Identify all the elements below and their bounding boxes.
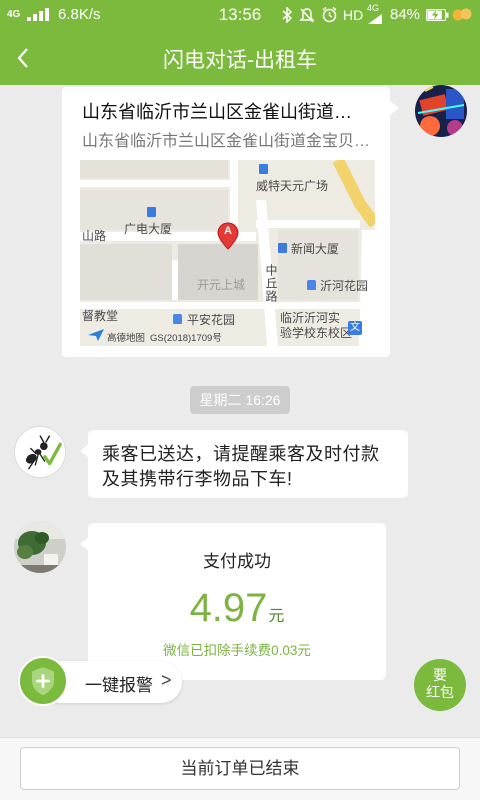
school-icon: 文 xyxy=(348,321,362,335)
map-provider-logo-icon xyxy=(88,329,104,341)
back-button[interactable] xyxy=(6,38,40,78)
footer-bar: 当前订单已结束 xyxy=(0,737,480,800)
driver-avatar[interactable] xyxy=(14,521,66,573)
arrival-notice-bubble: 乘客已送达，请提醒乘客及时付款 及其携带行李物品下车! xyxy=(88,430,408,498)
chevron-right-icon: > xyxy=(161,670,172,690)
map-preview[interactable]: 威特天元广场 广电大厦 新闻大厦 开元上城 中丘路 沂河花园 督教堂 平安花园 … xyxy=(80,160,375,346)
map-license: GS(2018)1709号 xyxy=(150,333,222,344)
avatar-image xyxy=(415,85,467,137)
notice-text-line: 及其携带行李物品下车! xyxy=(102,469,293,489)
payment-amount-row: 4.97 元 xyxy=(88,583,386,633)
map-label: 沂河花园 xyxy=(320,279,369,293)
payment-card: 支付成功 4.97 元 微信已扣除手续费0.03元 xyxy=(88,523,386,680)
payment-status: 支付成功 xyxy=(203,552,271,571)
page-title: 闪电对话-出租车 xyxy=(163,49,317,72)
red-packet-button[interactable]: 要 红包 xyxy=(414,659,466,711)
sos-label: 一键报警 xyxy=(85,676,153,695)
house-icon xyxy=(173,314,182,324)
ant-logo-icon xyxy=(26,435,62,470)
payment-currency: 元 xyxy=(268,608,285,625)
message-timestamp: 星期二 16:26 xyxy=(190,386,290,414)
map-label: 威特天元广场 xyxy=(256,179,329,193)
location-message-card[interactable]: 山东省临沂市兰山区金雀山街道… 山东省临沂市兰山区金雀山街道金宝贝… 威特天元广… xyxy=(62,87,390,357)
location-address: 山东省临沂市兰山区金雀山街道金宝贝… xyxy=(82,133,371,150)
battery-charging-icon xyxy=(426,9,449,21)
map-label: 新闻大厦 xyxy=(291,242,340,256)
status-bar: 4G 6.8K/s 13:56 HD 4G 84% xyxy=(0,0,480,30)
bubble-tail xyxy=(390,101,399,115)
house-icon xyxy=(307,280,316,290)
system-avatar[interactable] xyxy=(14,426,66,478)
notice-text-line: 乘客已送达，请提醒乘客及时付款 xyxy=(102,444,380,464)
map-label: 广电大厦 xyxy=(124,222,173,236)
bluetooth-icon xyxy=(282,7,293,23)
location-title: 山东省临沂市兰山区金雀山街道… xyxy=(82,102,352,122)
building-icon xyxy=(259,164,268,174)
building-icon xyxy=(147,207,156,217)
signal-icon xyxy=(27,8,49,21)
map-label: 平安花园 xyxy=(187,313,236,327)
shield-plus-icon xyxy=(31,667,55,696)
mute-icon xyxy=(299,8,315,23)
sos-icon-button[interactable] xyxy=(18,656,68,706)
pin-letter: A xyxy=(224,225,232,237)
hd-label: HD xyxy=(343,7,364,23)
network-type-right: 4G xyxy=(367,3,380,13)
map-label: 中丘路 xyxy=(264,264,278,303)
map-label: 山路 xyxy=(82,229,107,243)
alarm-icon xyxy=(322,6,337,23)
net-speed: 6.8K/s xyxy=(58,6,101,23)
clock: 13:56 xyxy=(218,5,262,24)
map-label: 开元上城 xyxy=(197,278,246,292)
avatar-image xyxy=(14,521,66,573)
map-label: 督教堂 xyxy=(82,309,119,323)
payment-fee-note: 微信已扣除手续费0.03元 xyxy=(163,643,311,658)
my-avatar[interactable] xyxy=(415,85,467,137)
red-packet-label-line2: 红包 xyxy=(426,684,454,700)
payment-amount: 4.97 xyxy=(189,586,268,630)
location-pin-icon: A xyxy=(217,222,239,250)
hotel-icon xyxy=(278,243,287,253)
map-label: 验学校东校区 xyxy=(280,326,353,340)
chevron-left-icon xyxy=(17,48,28,68)
mobile-signal-icon xyxy=(368,14,382,24)
order-ended-button[interactable]: 当前订单已结束 xyxy=(20,747,460,790)
map-provider: 高德地图 xyxy=(107,333,146,344)
battery-percent: 84% xyxy=(390,6,421,23)
header-bar: 闪电对话-出租车 xyxy=(0,30,480,85)
network-type-left: 4G xyxy=(7,9,21,20)
red-packet-label-line1: 要 xyxy=(433,667,447,683)
app-notification-icon xyxy=(452,8,472,21)
